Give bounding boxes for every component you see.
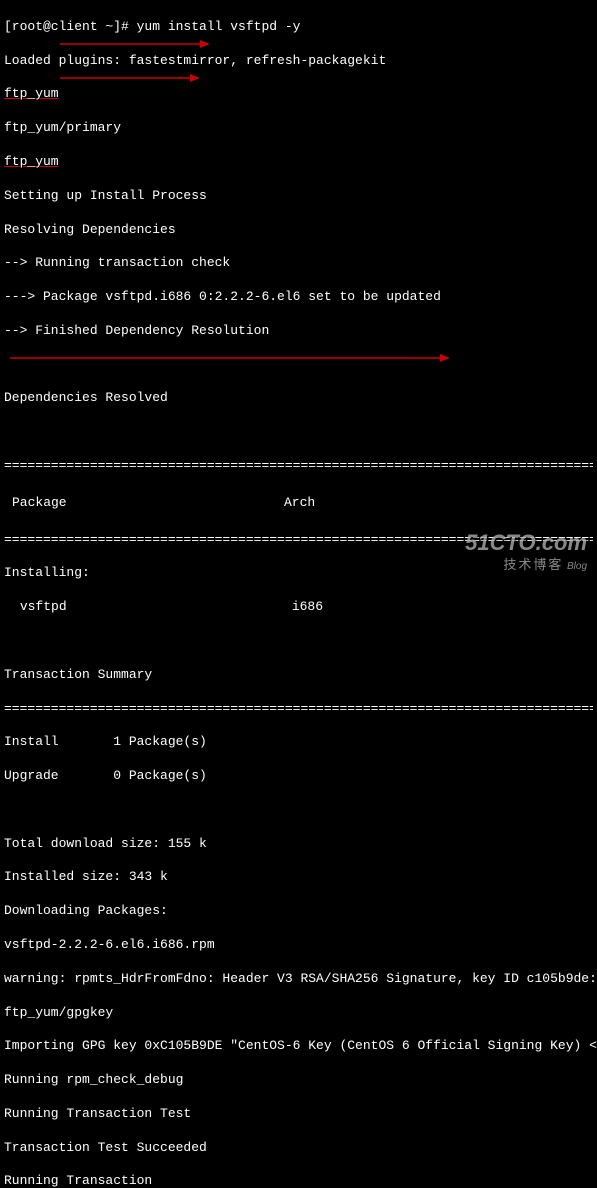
divider: ========================================… — [4, 458, 593, 475]
output-line — [4, 357, 593, 374]
output-line: ftp_yum — [4, 154, 593, 171]
output-line: Running Transaction — [4, 1173, 593, 1188]
output-line: Loaded plugins: fastestmirror, refresh-p… — [4, 53, 593, 70]
output-line: Importing GPG key 0xC105B9DE "CentOS-6 K… — [4, 1038, 593, 1055]
terminal-output[interactable]: [root@client ~]# yum install vsftpd -y L… — [0, 0, 597, 1188]
output-line: Total download size: 155 k — [4, 836, 593, 853]
output-line: Setting up Install Process — [4, 188, 593, 205]
watermark-text: 51CTO.com — [465, 529, 587, 558]
output-line — [4, 424, 593, 441]
output-line: ftp_yum/primary — [4, 120, 593, 137]
watermark: 51CTO.com 技术博客 Blog — [465, 529, 587, 574]
output-line: Resolving Dependencies — [4, 222, 593, 239]
output-line: ---> Package vsftpd.i686 0:2.2.2-6.el6 s… — [4, 289, 593, 306]
watermark-subtitle: 技术博客 — [503, 557, 563, 572]
divider: ========================================… — [4, 701, 593, 718]
col-package: Package — [4, 495, 284, 512]
col-arch: Arch — [284, 495, 315, 512]
table-row: vsftpdi686 — [4, 599, 593, 616]
command-prompt: [root@client ~]# yum install vsftpd -y — [4, 19, 593, 36]
output-line: ftp_yum — [4, 86, 593, 103]
cell-arch: i686 — [292, 599, 323, 616]
output-line: --> Running transaction check — [4, 255, 593, 272]
cell-package: vsftpd — [12, 599, 292, 616]
output-line: Running rpm_check_debug — [4, 1072, 593, 1089]
output-line: --> Finished Dependency Resolution — [4, 323, 593, 340]
output-line: Running Transaction Test — [4, 1106, 593, 1123]
output-line — [4, 802, 593, 819]
output-line: vsftpd-2.2.2-6.el6.i686.rpm — [4, 937, 593, 954]
output-line: warning: rpmts_HdrFromFdno: Header V3 RS… — [4, 971, 593, 988]
output-line: ftp_yum/gpgkey — [4, 1005, 593, 1022]
output-line: Install 1 Package(s) — [4, 734, 593, 751]
table-header: PackageArch — [4, 492, 593, 515]
watermark-blog: Blog — [567, 561, 587, 572]
output-line: Installed size: 343 k — [4, 869, 593, 886]
output-line: Upgrade 0 Package(s) — [4, 768, 593, 785]
output-line — [4, 633, 593, 650]
output-line: Dependencies Resolved — [4, 390, 593, 407]
output-line: Downloading Packages: — [4, 903, 593, 920]
output-line: Transaction Summary — [4, 667, 593, 684]
output-line: Transaction Test Succeeded — [4, 1140, 593, 1157]
